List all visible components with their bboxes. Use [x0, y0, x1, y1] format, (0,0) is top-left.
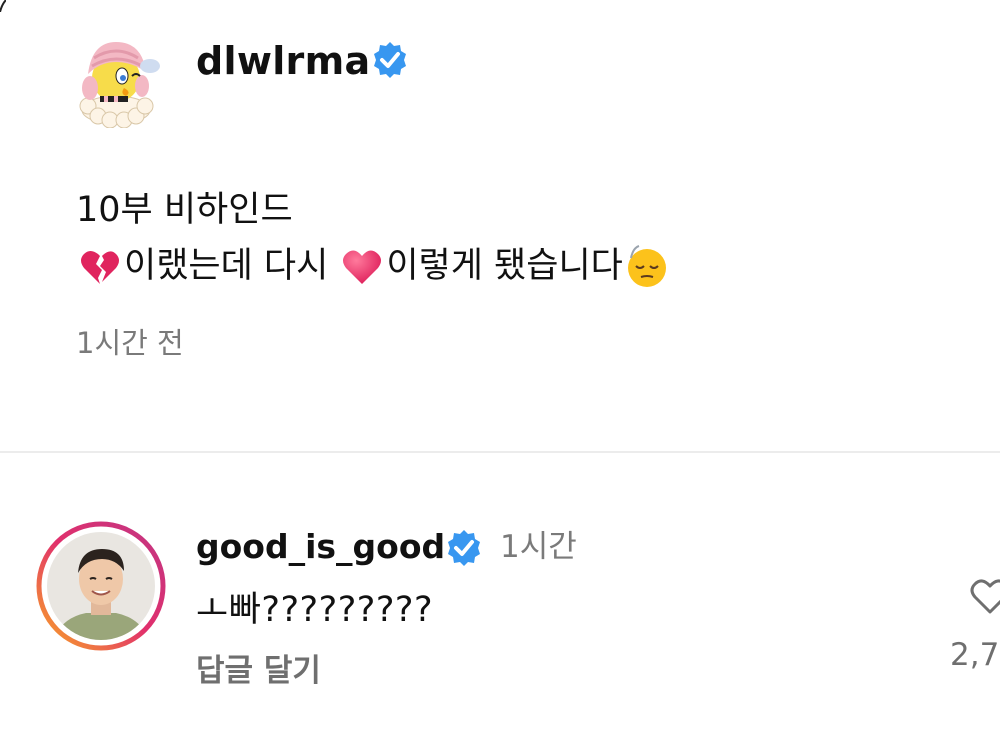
post-caption: 10부 비하인드 이랬는데 다시 이렇게 됐습니다 — [76, 182, 671, 294]
caption-text-part-2: 이렇게 됐습니다 — [386, 246, 623, 286]
broken-heart-emoji-icon — [81, 251, 119, 284]
relieved-face-emoji-icon — [627, 245, 666, 287]
section-divider — [0, 451, 1000, 453]
heart-like-icon[interactable] — [968, 574, 1000, 618]
post-author-username[interactable]: dlwlrma — [196, 38, 370, 84]
commenter-username[interactable]: good_is_good — [196, 526, 445, 568]
comment-thread-view: dlwlrma 10부 비하인드 이랬는데 다시 이렇게 됐습니다 1시간 전 … — [0, 0, 1000, 735]
caption-text-part-1: 이랬는데 다시 — [124, 246, 329, 286]
caption-line-1: 10부 비하인드 — [76, 190, 293, 230]
verified-badge-icon — [374, 42, 406, 78]
corner-fragment — [0, 0, 6, 12]
caption-line-2: 이랬는데 다시 이렇게 됐습니다 — [76, 238, 671, 294]
post-timestamp: 1시간 전 — [76, 326, 184, 360]
verified-badge-icon — [448, 530, 480, 566]
comment-text: ㅗ빠????????? — [196, 590, 434, 630]
commenter-avatar[interactable] — [36, 521, 166, 651]
like-count: 2,7 — [950, 637, 1000, 673]
post-author-avatar[interactable] — [70, 36, 162, 128]
comment-timestamp: 1시간 — [500, 529, 577, 565]
reply-button[interactable]: 답글 달기 — [196, 650, 321, 692]
red-heart-emoji-icon — [343, 250, 382, 284]
